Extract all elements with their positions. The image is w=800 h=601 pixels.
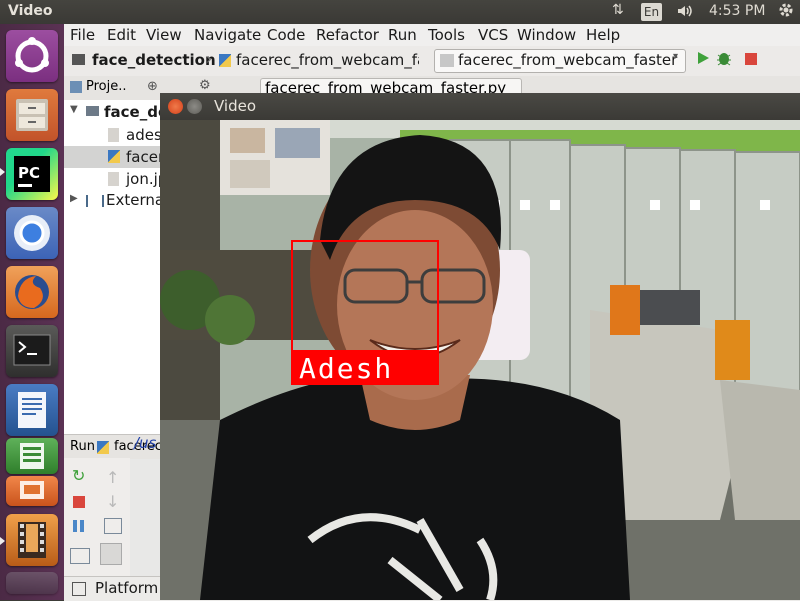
chevron-down-icon: ▾ bbox=[673, 51, 679, 62]
run-panel-label: Run bbox=[70, 439, 95, 454]
navigation-bar: face_detection › facerec_from_webcam_fas… bbox=[64, 46, 800, 77]
python-file-icon bbox=[97, 441, 109, 454]
breadcrumb-file[interactable]: facerec_from_webcam_fas bbox=[236, 51, 419, 69]
menu-edit[interactable]: Edit bbox=[107, 26, 136, 44]
top-panel: Video ⇅ En 4:53 PM bbox=[0, 0, 800, 24]
pause-icon[interactable] bbox=[73, 520, 77, 532]
menu-help[interactable]: Help bbox=[586, 26, 620, 44]
menu-window[interactable]: Window bbox=[517, 26, 576, 44]
network-icon[interactable]: ⇅ bbox=[612, 2, 624, 18]
project-view-icon bbox=[70, 81, 82, 93]
menu-vcs[interactable]: VCS bbox=[478, 26, 508, 44]
tree-external-libraries[interactable]: Externa bbox=[106, 191, 164, 209]
rerun-icon[interactable]: ↻ bbox=[72, 466, 85, 485]
breadcrumb-project[interactable]: face_detection bbox=[92, 51, 216, 69]
active-window-title: Video bbox=[8, 3, 53, 19]
python-file-icon bbox=[108, 150, 120, 163]
tree-root-folder[interactable]: face_de bbox=[104, 103, 168, 121]
close-icon[interactable] bbox=[168, 99, 183, 114]
file-icon bbox=[108, 128, 119, 142]
ubuntu-dash-icon[interactable] bbox=[6, 30, 58, 82]
menu-run[interactable]: Run bbox=[388, 26, 417, 44]
folder-icon bbox=[86, 106, 99, 116]
libreoffice-writer-icon[interactable] bbox=[6, 384, 58, 436]
library-icon bbox=[86, 195, 104, 207]
tree-collapse-icon[interactable]: ▶ bbox=[70, 193, 78, 204]
pycharm-running-pip bbox=[0, 168, 5, 176]
pause-icon-bar bbox=[80, 520, 84, 532]
down-arrow-icon[interactable]: ↓ bbox=[106, 492, 119, 511]
menu-view[interactable]: View bbox=[146, 26, 182, 44]
chromium-icon[interactable] bbox=[6, 207, 58, 259]
run-button[interactable] bbox=[696, 49, 710, 71]
tree-item-label: facer bbox=[126, 148, 165, 166]
language-indicator[interactable]: En bbox=[641, 3, 662, 21]
folder-icon bbox=[72, 54, 85, 65]
terminal-icon[interactable] bbox=[6, 325, 58, 377]
stop-button[interactable] bbox=[745, 53, 757, 65]
webcam-frame: Adesh bbox=[160, 120, 800, 600]
tree-item-selected[interactable]: facer bbox=[64, 146, 164, 168]
layout-icon[interactable] bbox=[70, 548, 90, 564]
system-gear-icon[interactable] bbox=[778, 2, 794, 22]
tree-item[interactable]: jon.jp bbox=[64, 168, 167, 190]
video-player-icon[interactable] bbox=[6, 514, 58, 566]
run-output-text: /us bbox=[134, 434, 157, 452]
video-window: Video Adesh bbox=[160, 93, 800, 600]
trash-icon[interactable] bbox=[6, 572, 58, 594]
up-arrow-icon[interactable]: ↑ bbox=[106, 468, 119, 487]
menu-code[interactable]: Code bbox=[267, 26, 305, 44]
tree-expand-icon[interactable]: ▼ bbox=[70, 104, 78, 115]
firefox-icon[interactable] bbox=[6, 266, 58, 318]
minimize-icon[interactable] bbox=[187, 99, 202, 114]
tree-item-label: ades bbox=[126, 126, 162, 144]
settings-gear-icon[interactable]: ⚙ bbox=[199, 78, 211, 93]
image-file-icon bbox=[108, 172, 119, 186]
volume-icon[interactable] bbox=[676, 2, 694, 24]
files-icon[interactable] bbox=[6, 89, 58, 141]
webcam-scene bbox=[160, 120, 800, 600]
breadcrumb-separator-icon: › bbox=[206, 50, 212, 68]
scroll-to-end-icon[interactable] bbox=[100, 543, 122, 565]
video-running-pip bbox=[0, 537, 5, 545]
menu-file[interactable]: File bbox=[70, 26, 95, 44]
run-config-label: facerec_from_webcam_faster bbox=[458, 51, 678, 69]
menu-tools[interactable]: Tools bbox=[428, 26, 465, 44]
video-title-bar[interactable]: Video bbox=[160, 93, 800, 120]
stop-run-button[interactable] bbox=[73, 496, 85, 508]
pycharm-icon[interactable]: PC bbox=[6, 148, 58, 200]
menu-bar: File Edit View Navigate Code Refactor Ru… bbox=[64, 24, 800, 46]
project-view-select[interactable]: Proje.. bbox=[86, 79, 127, 94]
project-tree: ▼ face_de ades facer jon.jp ▶ Externa bbox=[64, 100, 168, 434]
svg-text:PC: PC bbox=[18, 164, 40, 182]
run-config-select[interactable]: facerec_from_webcam_faster ▾ bbox=[434, 49, 686, 73]
python-file-icon bbox=[219, 54, 231, 67]
debug-bug-icon[interactable] bbox=[716, 50, 732, 70]
menu-navigate[interactable]: Navigate bbox=[194, 26, 261, 44]
toggle-panels-icon[interactable] bbox=[72, 582, 86, 596]
menu-refactor[interactable]: Refactor bbox=[316, 26, 379, 44]
face-name-label-bg: Adesh bbox=[291, 351, 439, 385]
libreoffice-calc-icon[interactable] bbox=[6, 438, 58, 474]
sync-icon[interactable]: ⊕ bbox=[147, 79, 158, 94]
face-name-label: Adesh bbox=[299, 352, 394, 385]
platform-tab[interactable]: Platform bbox=[95, 579, 158, 597]
launcher: PC bbox=[0, 24, 64, 600]
libreoffice-impress-icon[interactable] bbox=[6, 476, 58, 506]
soft-wrap-icon[interactable] bbox=[104, 518, 122, 534]
video-window-title: Video bbox=[214, 97, 257, 115]
run-toolbar: ↻ ↑ ↓ bbox=[64, 458, 130, 576]
clock[interactable]: 4:53 PM bbox=[709, 3, 765, 19]
run-config-icon bbox=[440, 54, 454, 67]
tree-item[interactable]: ades bbox=[64, 124, 162, 146]
face-detection-box bbox=[291, 240, 439, 352]
